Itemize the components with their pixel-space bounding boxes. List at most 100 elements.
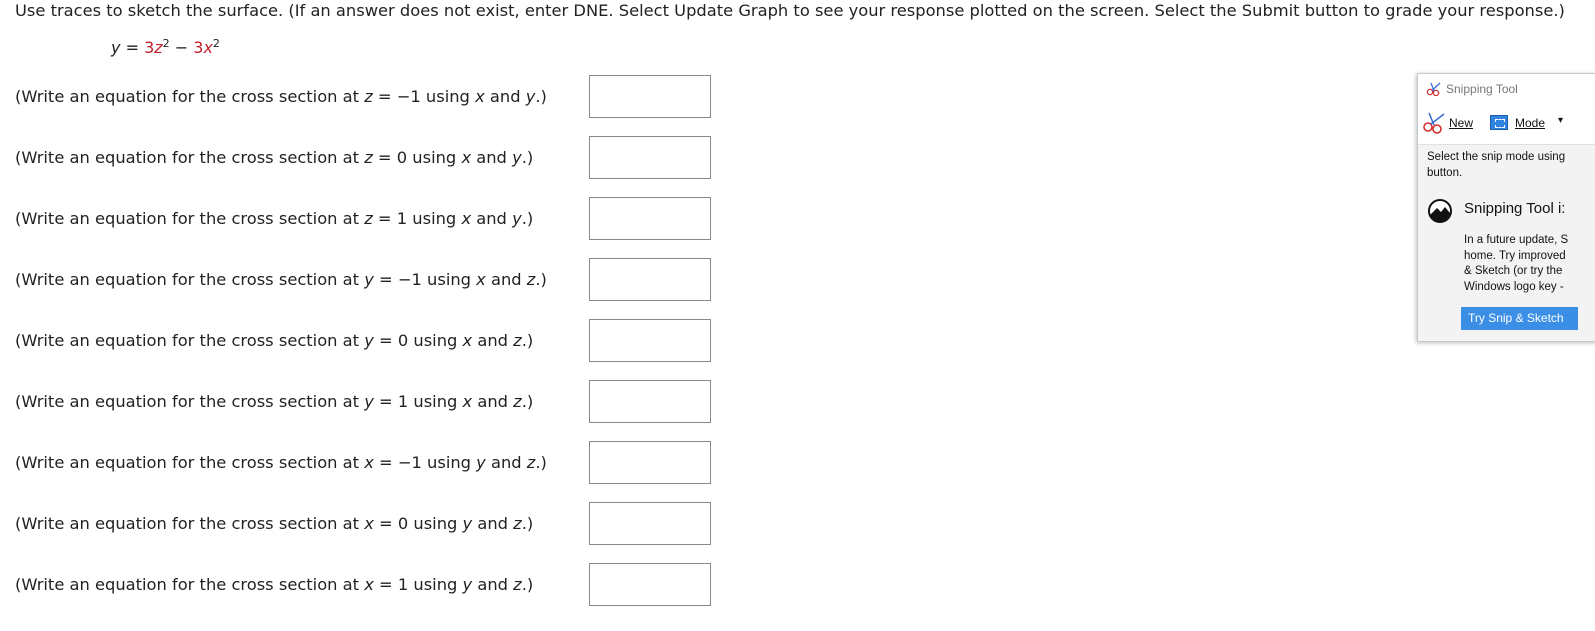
question-mid-text: and [484,87,526,106]
question-var-text: z [364,87,373,106]
surface-operator: − [174,38,189,57]
question-a-text: x [475,87,485,106]
instructions-text: Use traces to sketch the surface. (If an… [15,1,1565,20]
answer-input[interactable] [589,258,711,301]
question-row: (Write an equation for the cross section… [15,441,715,484]
snipping-tool-titlebar[interactable]: Snipping Tool [1418,74,1595,104]
question-pre-text: (Write an equation for the cross section… [15,514,365,533]
question-eq-text: = 1 using [373,575,463,594]
question-var-text: y [364,270,374,289]
surface-var-1: z [154,38,163,57]
question-a-text: y [476,453,486,472]
question-label: (Write an equation for the cross section… [15,270,547,290]
surface-coef-2: 3 [193,38,204,57]
question-var-text: z [364,209,373,228]
snip-mode-hint: Select the snip mode using button. [1427,150,1595,181]
question-mid-text: and [471,148,513,167]
question-mid-text: and [485,270,527,289]
question-b-text: y [512,148,522,167]
snipping-tool-window: Snipping Tool New Mode ▾ Select the snip… [1417,73,1595,342]
new-snip-button[interactable]: New [1422,112,1484,136]
question-a-text: x [461,148,472,167]
question-label: (Write an equation for the cross section… [15,392,533,412]
question-b-text: z [513,575,522,594]
question-var-text: x [364,575,374,594]
question-var-text: x [364,453,374,472]
question-eq-text: = 0 using [373,514,463,533]
surface-var-2: x [203,38,213,57]
question-b-text: z [513,331,522,350]
answer-input[interactable] [589,563,711,606]
question-post-text: .) [521,514,534,533]
question-post-text: .) [521,148,534,167]
question-b-text: z [513,392,522,411]
question-pre-text: (Write an equation for the cross section… [15,575,365,594]
question-post-text: .) [521,331,534,350]
answer-input[interactable] [589,75,711,118]
promo-body: In a future update, S home. Try improved… [1464,233,1595,295]
surface-exp-1: 2 [162,37,170,50]
question-row: (Write an equation for the cross section… [15,563,715,606]
question-eq-text: = −1 using [373,270,477,289]
question-row: (Write an equation for the cross section… [15,258,715,301]
snipping-tool-toolbar: New Mode ▾ [1418,104,1595,145]
new-snip-label: New [1449,116,1474,130]
question-label: (Write an equation for the cross section… [15,514,533,534]
answer-input[interactable] [589,441,711,484]
question-a-text: x [462,331,473,350]
question-b-text: y [512,209,522,228]
question-row: (Write an equation for the cross section… [15,319,715,362]
chevron-down-icon[interactable]: ▾ [1558,115,1563,126]
question-row: (Write an equation for the cross section… [15,136,715,179]
question-eq-text: = −1 using [372,87,476,106]
question-pre-text: (Write an equation for the cross section… [15,87,365,106]
question-pre-text: (Write an equation for the cross section… [15,331,365,350]
question-row: (Write an equation for the cross section… [15,197,715,240]
question-b-text: z [513,514,522,533]
question-a-text: x [476,270,486,289]
question-pre-text: (Write an equation for the cross section… [15,148,365,167]
answer-input[interactable] [589,380,711,423]
answer-input[interactable] [589,136,711,179]
mode-label: Mode [1515,116,1546,130]
question-pre-text: (Write an equation for the cross section… [15,392,365,411]
promo-line: Windows logo key - [1464,280,1564,293]
question-var-text: x [364,514,374,533]
snipping-tool-title: Snipping Tool [1446,82,1518,96]
question-row: (Write an equation for the cross section… [15,502,715,545]
question-eq-text: = 0 using [373,331,463,350]
promo-line: home. Try improved [1464,249,1566,262]
try-snip-sketch-button[interactable]: Try Snip & Sketch [1461,307,1578,330]
surface-coef-1: 3 [144,38,155,57]
question-label: (Write an equation for the cross section… [15,87,547,107]
mode-button[interactable]: Mode ▾ [1490,112,1580,136]
surface-equals: = [125,38,139,57]
question-eq-text: = 1 using [373,392,463,411]
question-eq-text: = −1 using [373,453,477,472]
question-mid-text: and [472,331,514,350]
question-a-text: x [461,209,472,228]
surface-lhs: y [111,38,121,57]
question-eq-text: = 1 using [372,209,462,228]
question-post-text: .) [535,270,547,289]
promo-line: & Sketch (or try the [1464,265,1563,277]
question-a-text: x [462,392,473,411]
question-mid-text: and [471,209,513,228]
question-label: (Write an equation for the cross section… [15,148,533,168]
rectangle-snip-icon [1490,115,1508,130]
question-label: (Write an equation for the cross section… [15,453,547,473]
hint-line-2: button. [1427,166,1463,179]
promo-title: Snipping Tool i: [1464,200,1566,217]
scissors-icon [1426,82,1442,101]
question-label: (Write an equation for the cross section… [15,575,533,595]
snip-sketch-logo-icon [1427,198,1453,229]
answer-input[interactable] [589,502,711,545]
question-row: (Write an equation for the cross section… [15,380,715,423]
question-mid-text: and [472,392,514,411]
question-mid-text: and [485,453,527,472]
answer-input[interactable] [589,319,711,362]
question-label: (Write an equation for the cross section… [15,331,533,351]
surface-equation: y = 3z2 − 3x2 [111,38,220,58]
answer-input[interactable] [589,197,711,240]
question-pre-text: (Write an equation for the cross section… [15,453,365,472]
